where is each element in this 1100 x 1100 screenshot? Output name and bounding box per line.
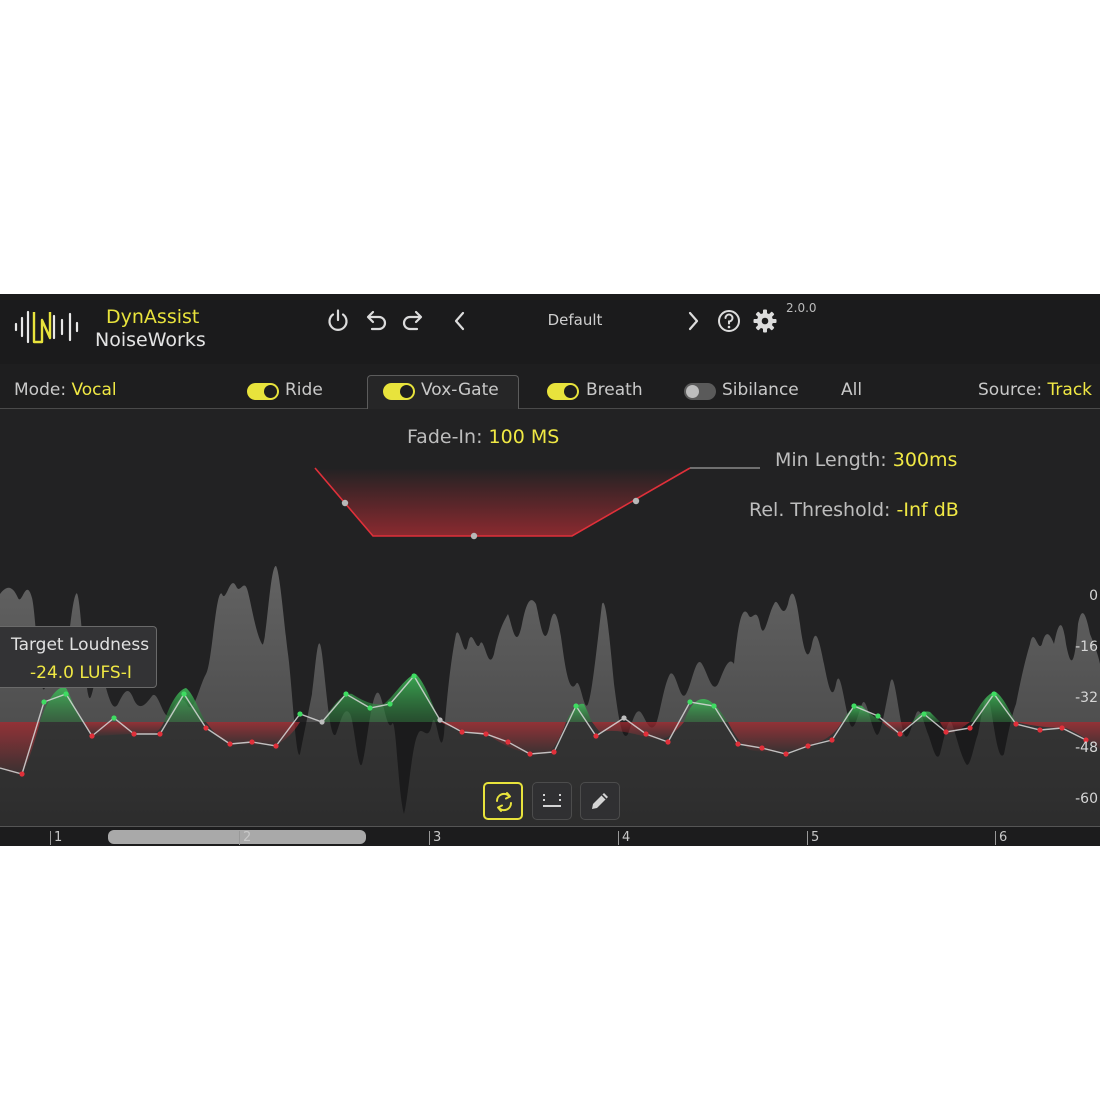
rel-threshold-value: -Inf dB: [896, 499, 959, 521]
ride-toggle[interactable]: [247, 383, 279, 400]
tab-ride[interactable]: Ride: [285, 380, 323, 400]
power-icon[interactable]: [325, 308, 351, 334]
pencil-icon: [592, 793, 608, 809]
db-label-48: -48: [1075, 740, 1098, 756]
sibilance-toggle[interactable]: [684, 383, 716, 400]
tab-breath[interactable]: Breath: [586, 380, 643, 400]
chevron-right-icon[interactable]: [680, 308, 706, 334]
version-label: 2.0.0: [786, 301, 817, 315]
header-bar: DynAssist NoiseWorks Default 2.0.0: [0, 294, 1100, 364]
loop-icon: [495, 792, 513, 812]
fade-in-handle: [341, 499, 349, 507]
db-label-16: -16: [1075, 639, 1098, 655]
ruler-mark: 6: [995, 831, 1007, 845]
mode-selector[interactable]: Mode: Vocal: [14, 380, 117, 400]
tab-sibilance[interactable]: Sibilance: [722, 380, 799, 400]
preset-name[interactable]: Default: [520, 311, 630, 329]
min-length-param[interactable]: Min Length: 300ms: [775, 449, 957, 471]
tab-vox-gate[interactable]: Vox-Gate: [421, 380, 499, 400]
source-selector[interactable]: Source: Track: [978, 380, 1092, 400]
source-label: Source:: [978, 380, 1043, 400]
grid-button[interactable]: [532, 782, 572, 820]
product-name: NoiseWorks: [95, 329, 206, 351]
help-icon[interactable]: [716, 308, 742, 334]
grid-icon: [543, 794, 561, 807]
chevron-left-icon[interactable]: [447, 308, 473, 334]
logo-icon: [14, 310, 79, 344]
ruler-mark: 5: [807, 831, 819, 845]
tab-all[interactable]: All: [841, 380, 862, 400]
db-label-32: -32: [1075, 690, 1098, 706]
ruler-mark: 4: [618, 831, 630, 845]
db-label-0: 0: [1089, 588, 1098, 604]
fade-out-handle: [632, 497, 640, 505]
redo-icon[interactable]: [400, 308, 426, 334]
undo-icon[interactable]: [363, 308, 389, 334]
ruler-mark: 1: [50, 831, 62, 845]
source-value: Track: [1047, 380, 1093, 400]
timeline-scrollbar[interactable]: [108, 830, 366, 844]
mode-value: Vocal: [71, 380, 117, 400]
brand-name: DynAssist: [106, 306, 200, 328]
ruler-mark: 2: [239, 831, 251, 845]
mode-label: Mode:: [14, 380, 67, 400]
target-loudness-box[interactable]: Target Loudness -24.0 LUFS-I: [0, 626, 157, 688]
gate-floor-handle: [470, 532, 478, 540]
gate-envelope[interactable]: [0, 444, 800, 544]
target-loudness-value[interactable]: -24.0 LUFS-I: [30, 663, 132, 683]
db-label-60: -60: [1075, 791, 1098, 807]
loop-button[interactable]: [483, 782, 523, 820]
pencil-button[interactable]: [580, 782, 620, 820]
min-length-value: 300ms: [892, 449, 958, 471]
gear-icon[interactable]: [752, 308, 778, 334]
ruler-mark: 3: [429, 831, 441, 845]
plugin-window: DynAssist NoiseWorks Default 2.0.0 Mode:…: [0, 294, 1100, 846]
target-loudness-title: Target Loudness: [11, 635, 150, 655]
breath-toggle[interactable]: [547, 383, 579, 400]
vox-gate-toggle[interactable]: [383, 383, 415, 400]
